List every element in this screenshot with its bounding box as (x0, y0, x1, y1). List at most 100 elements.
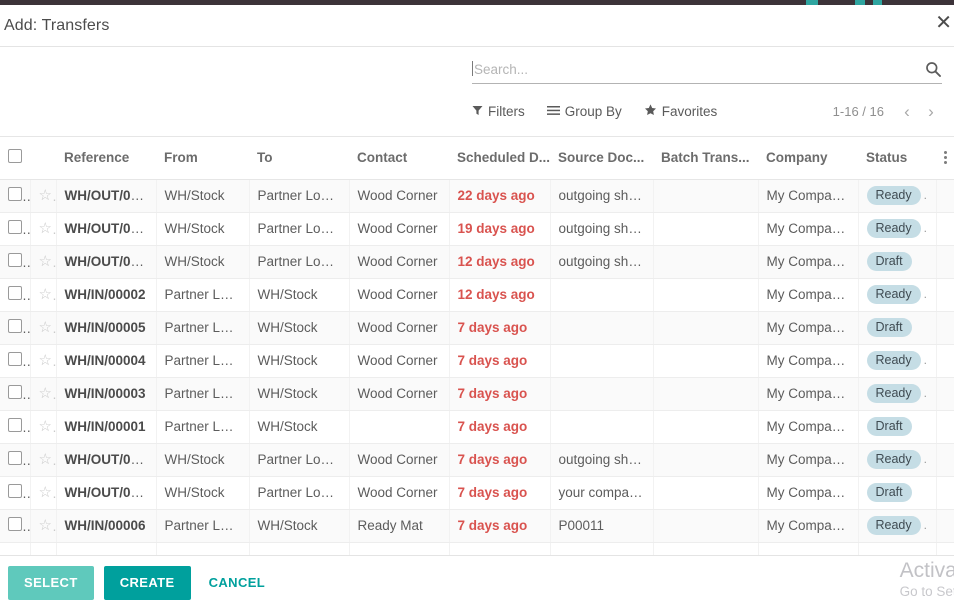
table-row[interactable]: ☆WH/IN/00006Partner Locati...WH/StockRea… (0, 509, 954, 542)
row-favorite-cell[interactable]: ☆ (30, 344, 56, 377)
star-outline-icon[interactable]: ☆ (39, 188, 52, 203)
cell-scheduled: 7 days ago (449, 311, 550, 344)
cell-company-text: My Company (... (767, 386, 859, 401)
search-icon[interactable] (924, 60, 942, 78)
cell-source (550, 278, 653, 311)
column-header-status[interactable]: Status (858, 137, 936, 179)
star-outline-icon[interactable]: ☆ (39, 353, 52, 368)
column-header-from[interactable]: From (156, 137, 249, 179)
cancel-button[interactable]: CANCEL (201, 566, 282, 600)
cell-contact-text: Wood Corner (358, 353, 438, 368)
column-header-batch-transfer[interactable]: Batch Trans... (653, 137, 758, 179)
star-outline-icon[interactable]: ☆ (39, 386, 52, 401)
table-row[interactable]: ☆WH/OUT/000...WH/StockPartner Locati...W… (0, 476, 954, 509)
cell-to: Partner Locati... (249, 476, 349, 509)
cell-company-text: My Company (... (767, 254, 859, 269)
select-button[interactable]: SELECT (8, 566, 94, 600)
select-all-checkbox[interactable] (8, 149, 22, 163)
column-header-company[interactable]: Company (758, 137, 858, 179)
cell-company-text: My Company (... (767, 221, 859, 236)
row-select-cell[interactable] (0, 509, 30, 542)
table-row[interactable]: ☆WH/IN/00003Partner Locati...WH/StockWoo… (0, 377, 954, 410)
star-outline-icon[interactable]: ☆ (39, 254, 52, 269)
row-select-cell[interactable] (0, 311, 30, 344)
row-favorite-cell[interactable]: ☆ (30, 443, 56, 476)
table-row[interactable]: ☆WH/OUT/000...WH/StockPartner Locati...W… (0, 212, 954, 245)
star-outline-icon[interactable]: ☆ (39, 221, 52, 236)
column-header-reference[interactable]: Reference (56, 137, 156, 179)
cell-source-text: your company... (559, 485, 654, 500)
row-favorite-cell[interactable]: ☆ (30, 410, 56, 443)
cell-from: WH/Stock (156, 476, 249, 509)
row-checkbox[interactable] (8, 253, 22, 267)
row-select-cell[interactable] (0, 410, 30, 443)
row-select-cell[interactable] (0, 212, 30, 245)
row-favorite-cell[interactable]: ☆ (30, 245, 56, 278)
table-row-partial[interactable] (0, 542, 954, 555)
star-outline-icon[interactable]: ☆ (39, 419, 52, 434)
control-panel-buttons: Filters Group By Favor (472, 96, 942, 126)
group-by-button[interactable]: Group By (547, 104, 622, 119)
previous-page-icon[interactable]: ‹ (896, 100, 918, 122)
column-header-contact[interactable]: Contact (349, 137, 449, 179)
row-favorite-cell[interactable]: ☆ (30, 311, 56, 344)
row-select-cell[interactable] (0, 377, 30, 410)
options-dropdown-icon[interactable] (944, 151, 946, 164)
cell-scheduled: 12 days ago (449, 245, 550, 278)
cell-source: outgoing ship... (550, 212, 653, 245)
search-bar[interactable] (472, 58, 942, 84)
cell-contact-text: Wood Corner (358, 386, 438, 401)
column-header-source-document[interactable]: Source Doc... (550, 137, 653, 179)
cell-company: My Company (... (758, 377, 858, 410)
filters-button[interactable]: Filters (472, 104, 525, 119)
column-header-scheduled-date[interactable]: Scheduled D... (449, 137, 550, 179)
create-button[interactable]: CREATE (104, 566, 191, 600)
next-page-icon[interactable]: › (920, 100, 942, 122)
row-favorite-cell[interactable]: ☆ (30, 278, 56, 311)
row-select-cell[interactable] (0, 179, 30, 212)
table-row[interactable]: ☆WH/IN/00002Partner Locati...WH/StockWoo… (0, 278, 954, 311)
row-checkbox[interactable] (8, 352, 22, 366)
row-checkbox[interactable] (8, 418, 22, 432)
row-select-cell[interactable] (0, 245, 30, 278)
star-outline-icon[interactable]: ☆ (39, 485, 52, 500)
row-favorite-cell[interactable]: ☆ (30, 476, 56, 509)
row-checkbox[interactable] (8, 319, 22, 333)
row-checkbox[interactable] (8, 220, 22, 234)
row-favorite-cell[interactable]: ☆ (30, 212, 56, 245)
row-select-cell[interactable] (0, 476, 30, 509)
row-checkbox[interactable] (8, 484, 22, 498)
star-outline-icon[interactable]: ☆ (39, 518, 52, 533)
star-outline-icon[interactable]: ☆ (39, 452, 52, 467)
row-favorite-cell[interactable]: ☆ (30, 509, 56, 542)
row-checkbox[interactable] (8, 286, 22, 300)
cell-company-text: My Company (... (767, 353, 859, 368)
close-icon[interactable]: ✕ (929, 13, 954, 33)
table-body: ☆WH/OUT/000...WH/StockPartner Locati...W… (0, 179, 954, 555)
search-input[interactable] (472, 62, 924, 80)
cell-reference-text: WH/IN/00002 (65, 287, 146, 302)
column-header-to[interactable]: To (249, 137, 349, 179)
row-select-cell[interactable] (0, 278, 30, 311)
table-row[interactable]: ☆WH/OUT/000...WH/StockPartner Locati...W… (0, 179, 954, 212)
row-checkbox[interactable] (8, 385, 22, 399)
status-badge: Draft (867, 483, 912, 502)
table-row[interactable]: ☆WH/OUT/000...WH/StockPartner Locati...W… (0, 443, 954, 476)
favorites-button[interactable]: Favorites (644, 104, 718, 119)
star-outline-icon[interactable]: ☆ (39, 287, 52, 302)
row-checkbox[interactable] (8, 517, 22, 531)
table-row[interactable]: ☆WH/IN/00001Partner Locati...WH/Stock7 d… (0, 410, 954, 443)
row-checkbox[interactable] (8, 187, 22, 201)
cell-from-text: Partner Locati... (165, 287, 250, 302)
star-outline-icon[interactable]: ☆ (39, 320, 52, 335)
row-select-cell[interactable] (0, 344, 30, 377)
table-row[interactable]: ☆WH/IN/00005Partner Locati...WH/StockWoo… (0, 311, 954, 344)
cell-reference-text: WH/IN/00005 (65, 320, 146, 335)
row-select-cell[interactable] (0, 443, 30, 476)
table-row[interactable]: ☆WH/OUT/000...WH/StockPartner Locati...W… (0, 245, 954, 278)
transfers-table: Reference From To Contact Scheduled D...… (0, 137, 954, 555)
row-favorite-cell[interactable]: ☆ (30, 377, 56, 410)
row-favorite-cell[interactable]: ☆ (30, 179, 56, 212)
table-row[interactable]: ☆WH/IN/00004Partner Locati...WH/StockWoo… (0, 344, 954, 377)
row-checkbox[interactable] (8, 451, 22, 465)
